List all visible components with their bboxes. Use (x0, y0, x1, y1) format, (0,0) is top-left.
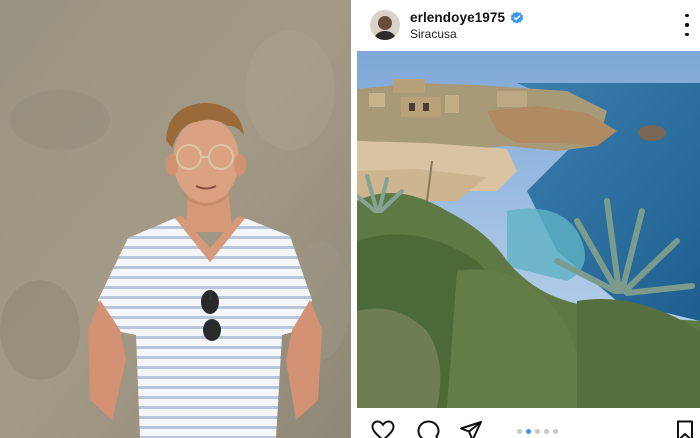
carousel-dot (535, 429, 540, 434)
carousel-indicator (517, 429, 558, 434)
verified-badge-icon (510, 11, 524, 25)
profile-avatar[interactable] (370, 10, 400, 40)
portrait-photo-image (0, 0, 351, 438)
portrait-photo (0, 0, 351, 438)
username-link[interactable]: erlendoye1975 (410, 10, 505, 25)
coastal-landscape-image (357, 51, 700, 408)
post-header: erlendoye1975 Siracusa (355, 0, 700, 50)
carousel-dot (553, 429, 558, 434)
bookmark-icon[interactable] (676, 420, 694, 438)
post-actions-bar (355, 408, 700, 438)
carousel-dot (544, 429, 549, 434)
avatar-image (370, 10, 400, 40)
comment-icon[interactable] (416, 420, 440, 438)
post-image[interactable] (357, 51, 700, 408)
instagram-post: erlendoye1975 Siracusa (355, 0, 700, 438)
carousel-dot-active (526, 429, 531, 434)
username-row: erlendoye1975 (410, 10, 524, 25)
heart-icon[interactable] (371, 420, 395, 438)
location-link[interactable]: Siracusa (410, 27, 457, 41)
carousel-dot (517, 429, 522, 434)
more-options-icon[interactable] (678, 14, 696, 36)
paper-plane-icon[interactable] (459, 420, 483, 438)
